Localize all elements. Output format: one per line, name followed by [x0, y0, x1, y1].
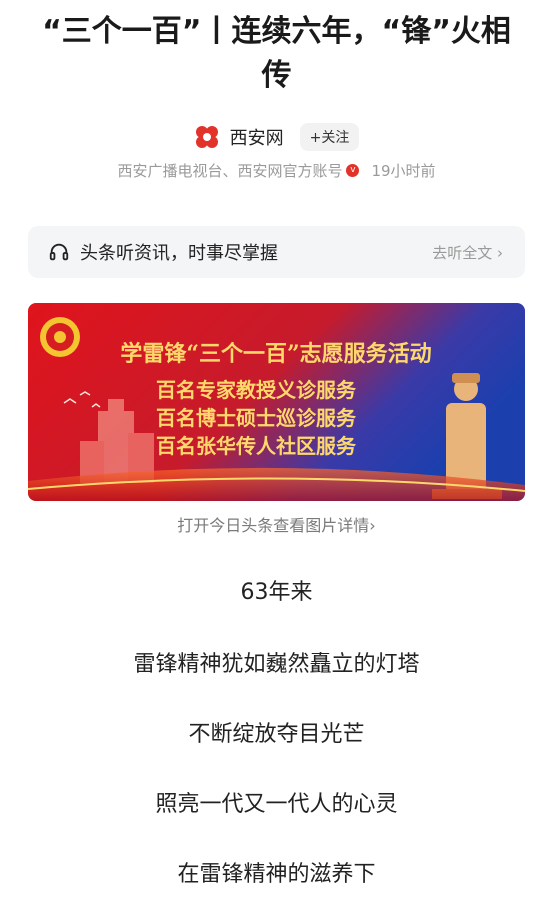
account-description: 西安广播电视台、西安网官方账号: [117, 162, 343, 180]
body-paragraph-4: 照亮一代又一代人的心灵: [155, 792, 398, 817]
banner-line-1: 百名专家教授义诊服务: [156, 378, 357, 402]
headphones-icon: [49, 243, 69, 261]
banner-headline: 学雷锋“三个一百”志愿服务活动: [120, 341, 431, 367]
article-banner-image[interactable]: 学雷锋“三个一百”志愿服务活动 百名专家教授义诊服务 百名博士硕士巡诊服务 百名…: [28, 303, 525, 501]
listen-full-link[interactable]: 去听全文 ›: [432, 242, 503, 263]
body-paragraph-3: 不断绽放夺目光芒: [188, 722, 365, 747]
listen-bar[interactable]: 头条听资讯，时事尽掌握 去听全文 ›: [28, 226, 525, 278]
verified-icon: v: [346, 164, 360, 177]
article-title: “三个一百”丨连续六年，“锋”火相传: [42, 14, 511, 93]
body-paragraph-1: 63年来: [240, 580, 313, 605]
emblem-icon: [40, 317, 80, 357]
author-row: 西安网 +关注: [0, 122, 553, 152]
listen-prompt: 头条听资讯，时事尽掌握: [80, 243, 278, 264]
banner-line-3: 百名张华传人社区服务: [156, 434, 357, 458]
follow-button[interactable]: +关注: [299, 123, 360, 151]
image-caption-link[interactable]: 打开今日头条查看图片详情›: [0, 512, 553, 536]
body-paragraph-5: 在雷锋精神的滋养下: [177, 862, 376, 887]
publish-time: 19小时前: [371, 162, 436, 180]
author-name[interactable]: 西安网: [230, 124, 284, 150]
banner-line-2: 百名博士硕士巡诊服务: [156, 406, 357, 430]
xian-net-logo-icon[interactable]: [194, 124, 220, 150]
body-paragraph-2: 雷锋精神犹如巍然矗立的灯塔: [133, 652, 420, 677]
article-meta: 西安广播电视台、西安网官方账号 v 19小时前: [0, 160, 553, 181]
